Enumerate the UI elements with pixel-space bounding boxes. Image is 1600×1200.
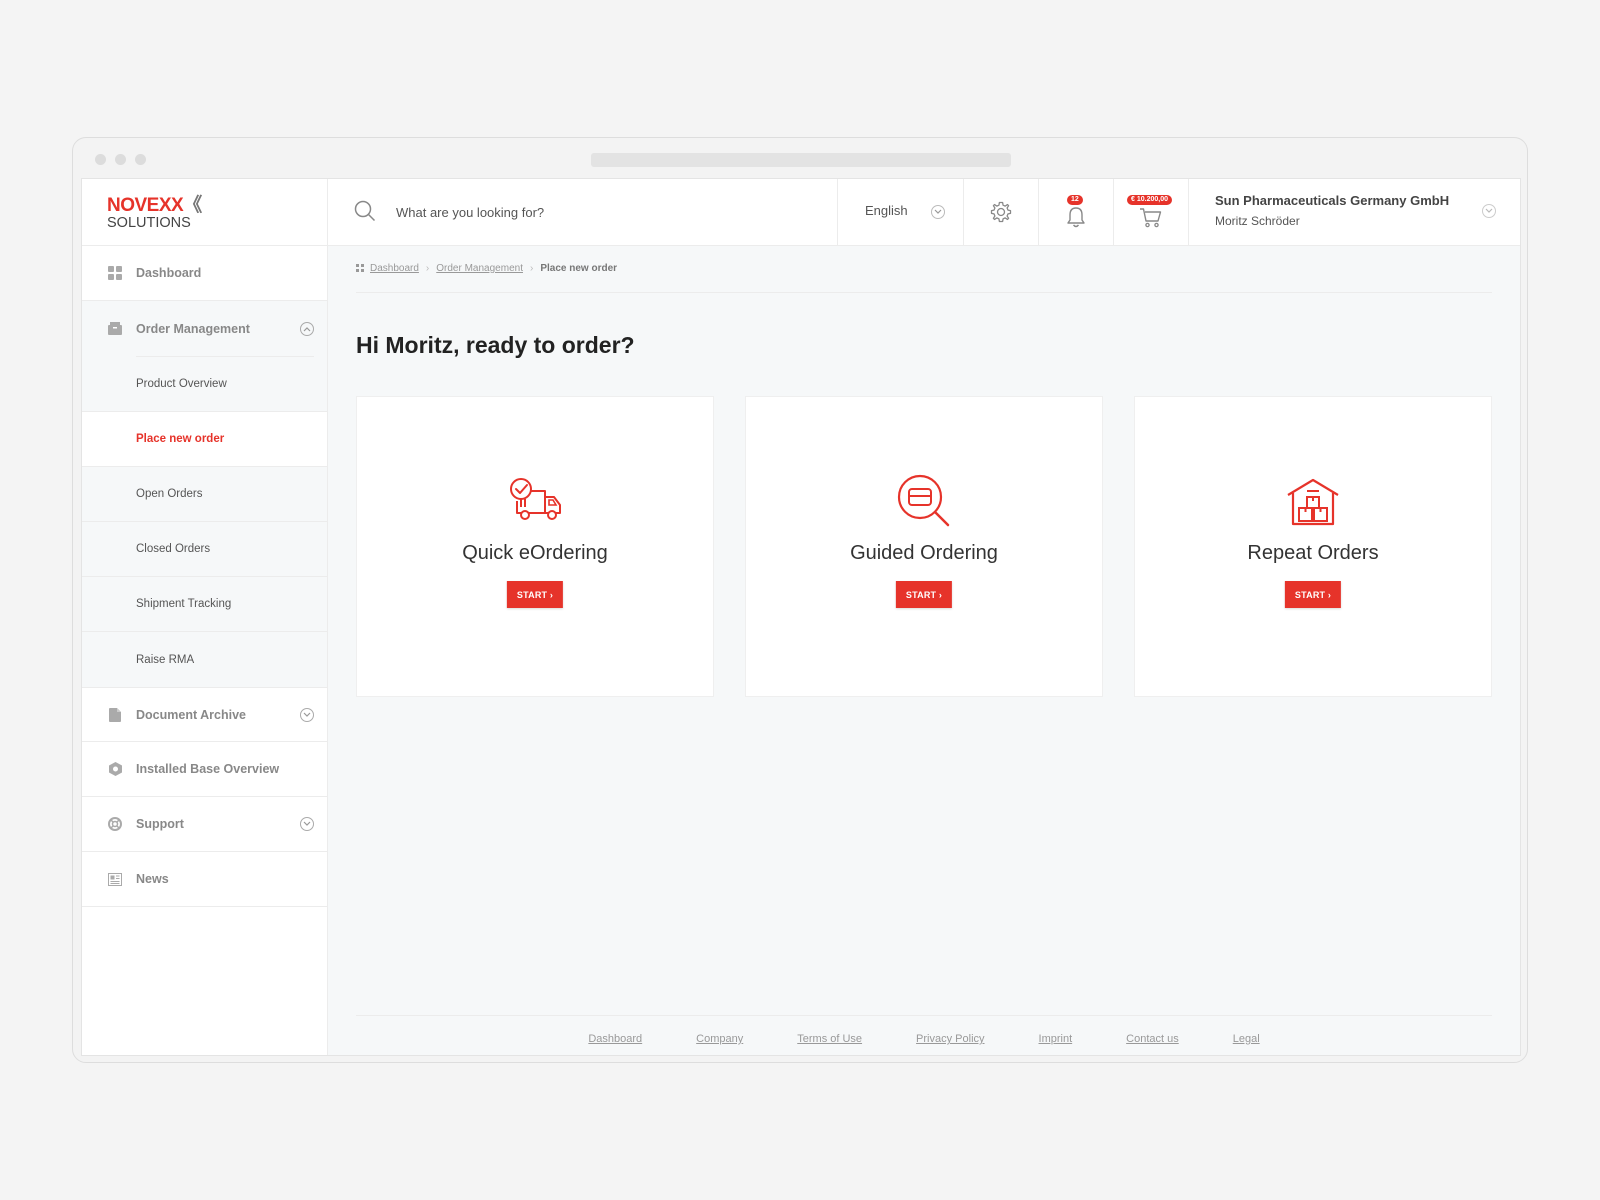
cart-icon [1140,208,1162,228]
box-icon [107,321,123,337]
footer: Dashboard Company Terms of Use Privacy P… [356,1015,1492,1055]
breadcrumb-separator: › [425,263,430,274]
chevron-down-icon[interactable] [300,817,314,831]
sidebar-subitem-closed-orders[interactable]: Closed Orders [82,522,327,577]
newspaper-icon [107,871,123,887]
sidebar-subitem-raise-rma[interactable]: Raise RMA [82,632,327,687]
sidebar-subitem-label: Product Overview [136,378,227,390]
card-title: Guided Ordering [850,542,998,564]
notification-count-badge: 12 [1067,195,1083,205]
footer-link-terms-of-use[interactable]: Terms of Use [797,1033,862,1055]
card-title: Quick eOrdering [462,542,608,564]
search-card-icon [897,474,950,527]
start-guided-ordering-button[interactable]: START › [895,581,953,608]
chevron-down-icon[interactable] [300,708,314,722]
lifebuoy-icon [107,816,123,832]
footer-link-company[interactable]: Company [696,1033,743,1055]
breadcrumb-link-order-management[interactable]: Order Management [436,263,523,274]
notifications-button[interactable]: 12 [1039,179,1114,245]
brand-logo[interactable]: NOVEXX《 SOLUTIONS [82,179,327,246]
order-management-group: Order Management Product Overview Place … [82,301,327,687]
footer-link-dashboard[interactable]: Dashboard [588,1033,642,1055]
top-header: English 12 € 10.200,00 [328,179,1520,246]
sidebar-subitem-label: Shipment Tracking [136,598,232,610]
search-bar [328,179,838,245]
language-selector[interactable]: English [838,179,964,245]
browser-chrome [73,138,1527,178]
logo-subtitle: SOLUTIONS [107,215,191,231]
sidebar-item-label: Document Archive [136,707,246,722]
sidebar-item-label: Support [136,817,184,831]
sidebar-subitem-product-overview[interactable]: Product Overview [82,357,327,412]
sidebar-item-label: Dashboard [136,266,202,280]
address-bar[interactable] [591,153,1011,167]
footer-link-imprint[interactable]: Imprint [1039,1033,1073,1055]
window-dot [115,154,126,165]
warehouse-icon [1287,478,1339,526]
app-frame: NOVEXX《 SOLUTIONS Dashboard Order Manage… [81,178,1521,1056]
sidebar-subitem-open-orders[interactable]: Open Orders [82,467,327,522]
logo-chevrons: 《 [183,195,202,216]
main-content: Dashboard › Order Management › Place new… [328,246,1520,1055]
sidebar: NOVEXX《 SOLUTIONS Dashboard Order Manage… [82,179,328,1055]
chevron-down-icon [931,205,945,219]
sidebar-item-document-archive[interactable]: Document Archive [82,687,327,742]
card-guided-ordering: Guided Ordering START › [745,396,1103,697]
window-dot [135,154,146,165]
footer-link-privacy-policy[interactable]: Privacy Policy [916,1033,984,1055]
sidebar-subitem-label: Closed Orders [136,543,211,555]
sidebar-subitem-shipment-tracking[interactable]: Shipment Tracking [82,577,327,632]
cart-total-badge: € 10.200,00 [1127,195,1172,205]
window-dot [95,154,106,165]
start-quick-eordering-button[interactable]: START › [506,581,564,608]
settings-button[interactable] [964,179,1039,245]
hexagon-icon [107,761,123,777]
sidebar-subitem-label: Open Orders [136,488,203,500]
browser-window: NOVEXX《 SOLUTIONS Dashboard Order Manage… [72,137,1528,1063]
sidebar-item-label: Order Management [136,321,250,336]
sidebar-item-order-management[interactable]: Order Management [82,301,327,356]
grid-icon [356,264,364,272]
bell-icon [1067,207,1085,228]
account-menu[interactable]: Sun Pharmaceuticals Germany GmbH Moritz … [1189,179,1520,245]
breadcrumb-separator: › [529,263,534,274]
delivery-truck-icon [510,478,561,520]
search-icon[interactable] [354,200,376,222]
footer-link-legal[interactable]: Legal [1233,1033,1260,1055]
footer-link-contact-us[interactable]: Contact us [1126,1033,1179,1055]
language-label: English [865,203,908,218]
user-name: Moritz Schröder [1215,214,1300,228]
breadcrumb-link-dashboard[interactable]: Dashboard [370,263,419,274]
grid-icon [107,265,123,281]
breadcrumb-current: Place new order [540,263,618,274]
sidebar-subitem-place-new-order[interactable]: Place new order [82,412,327,467]
start-repeat-orders-button[interactable]: START › [1284,581,1342,608]
breadcrumb: Dashboard › Order Management › Place new… [356,263,1492,293]
card-repeat-orders: Repeat Orders START › [1134,396,1492,697]
sidebar-item-label: News [136,872,169,886]
sidebar-subitem-label: Raise RMA [136,653,195,666]
sidebar-item-news[interactable]: News [82,852,327,907]
chevron-up-icon[interactable] [300,322,314,336]
cart-button[interactable]: € 10.200,00 [1114,179,1189,245]
sidebar-subitem-label: Place new order [136,433,225,445]
company-name: Sun Pharmaceuticals Germany GmbH [1215,193,1450,208]
document-icon [107,707,123,723]
sidebar-item-installed-base[interactable]: Installed Base Overview [82,742,327,797]
sidebar-item-dashboard[interactable]: Dashboard [82,246,327,301]
sidebar-item-label: Installed Base Overview [136,762,280,776]
gear-icon [990,201,1012,223]
card-title: Repeat Orders [1247,542,1379,564]
page-title: Hi Moritz, ready to order? [356,332,635,358]
search-input[interactable] [396,201,796,223]
card-quick-eordering: Quick eOrdering START › [356,396,714,697]
chevron-down-icon [1482,204,1496,218]
logo-wordmark: NOVEXX [107,195,184,216]
sidebar-item-support[interactable]: Support [82,797,327,852]
